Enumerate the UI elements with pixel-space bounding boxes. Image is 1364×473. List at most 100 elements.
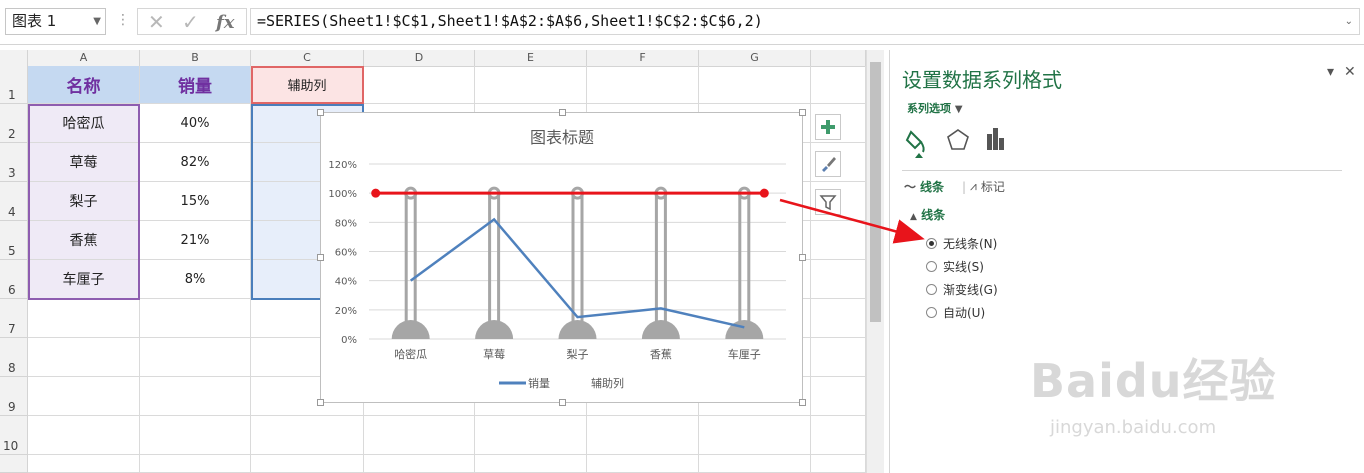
cell-a1[interactable]: 名称 — [28, 66, 140, 104]
grid-cell[interactable] — [28, 416, 140, 455]
chart-elements-button[interactable] — [815, 114, 841, 140]
fill-line-icon[interactable] — [905, 130, 925, 158]
grid-cell[interactable] — [811, 377, 866, 416]
grid-cell[interactable] — [251, 416, 364, 455]
grid-cell[interactable] — [811, 455, 866, 473]
cell-a3[interactable]: 草莓 — [28, 143, 140, 182]
column-header-c[interactable]: C — [251, 50, 364, 67]
effects-pentagon-icon[interactable] — [947, 129, 969, 150]
sales-series[interactable] — [409, 217, 745, 329]
resize-handle[interactable] — [799, 109, 806, 116]
name-box[interactable]: 图表 1 ▼ — [5, 8, 106, 35]
cancel-icon[interactable]: ✕ — [148, 9, 165, 36]
grid-cell[interactable] — [140, 455, 251, 473]
column-header-b[interactable]: B — [140, 50, 251, 67]
grid-cell[interactable] — [140, 416, 251, 455]
line-section-header[interactable]: ▲ 线条 — [910, 206, 945, 223]
resize-handle[interactable] — [317, 399, 324, 406]
resize-handle[interactable] — [799, 399, 806, 406]
tab-line[interactable]: 〜 线条 — [904, 178, 944, 195]
cell-a2[interactable]: 哈密瓜 — [28, 104, 140, 143]
chart-area[interactable]: 图表标题 0% 20% 40% 60% 80% 100% 120% 哈密瓜 草莓 梨子 香蕉 车厘子… — [317, 109, 806, 406]
grid-cell[interactable] — [140, 299, 251, 338]
row-header-10[interactable]: 10 — [0, 416, 28, 455]
grid-cell[interactable] — [699, 455, 811, 473]
select-all-corner[interactable] — [0, 50, 28, 67]
resize-handle[interactable] — [317, 254, 324, 261]
cell-b3[interactable]: 82% — [140, 143, 251, 182]
row-header-9[interactable]: 9 — [0, 377, 28, 416]
grid-cell[interactable] — [811, 416, 866, 455]
row-header-5[interactable]: 5 — [0, 221, 28, 260]
cell-b6[interactable]: 8% — [140, 260, 251, 299]
resize-handle[interactable] — [317, 109, 324, 116]
chart-styles-button[interactable] — [815, 151, 841, 177]
row-header-6[interactable]: 6 — [0, 260, 28, 299]
legend[interactable]: 销量 辅助列 — [499, 376, 624, 390]
resize-handle[interactable] — [799, 254, 806, 261]
tab-marker[interactable]: | ⩘ 标记 — [962, 178, 1005, 195]
column-header-g[interactable]: G — [699, 50, 811, 67]
column-header-e[interactable]: E — [475, 50, 587, 67]
radio-automatic[interactable]: 自动(U) — [926, 304, 985, 321]
grid-cell[interactable] — [699, 416, 811, 455]
column-header-d[interactable]: D — [364, 50, 475, 67]
column-header-h[interactable] — [811, 50, 866, 67]
cell-a6[interactable]: 车厘子 — [28, 260, 140, 299]
grid-cell[interactable] — [28, 338, 140, 377]
grid-cell[interactable] — [587, 66, 699, 104]
cell-a4[interactable]: 梨子 — [28, 182, 140, 221]
cell-b5[interactable]: 21% — [140, 221, 251, 260]
cell-b2[interactable]: 40% — [140, 104, 251, 143]
resize-handle[interactable] — [559, 399, 566, 406]
grid-cell[interactable] — [811, 66, 866, 104]
chevron-down-icon[interactable]: ▼ — [93, 9, 101, 34]
vertical-scrollbar[interactable] — [866, 50, 884, 473]
radio-gradient-line[interactable]: 渐变线(G) — [926, 281, 998, 298]
chevron-down-icon[interactable]: ⌄ — [1345, 9, 1353, 34]
grid-cell[interactable] — [251, 455, 364, 473]
row-header-7[interactable]: 7 — [0, 299, 28, 338]
series-options-bars-icon[interactable] — [987, 128, 1004, 150]
grid-cell[interactable] — [28, 455, 140, 473]
grid-cell[interactable] — [28, 299, 140, 338]
close-icon[interactable]: ✕ — [1344, 64, 1356, 80]
series-options-dropdown[interactable]: 系列选项 ▼ — [907, 100, 963, 116]
radio-solid-line[interactable]: 实线(S) — [926, 258, 984, 275]
grid-cell[interactable] — [475, 416, 587, 455]
grid-cell[interactable] — [364, 455, 475, 473]
cell-b4[interactable]: 15% — [140, 182, 251, 221]
scrollbar-thumb[interactable] — [870, 62, 881, 322]
insert-function-icon[interactable]: fx — [216, 9, 234, 36]
cell-b1[interactable]: 销量 — [140, 66, 251, 104]
grid-cell[interactable] — [811, 338, 866, 377]
helper-series[interactable] — [371, 186, 769, 339]
grid-cell[interactable] — [475, 66, 587, 104]
chart-filters-button[interactable] — [815, 189, 841, 215]
chart-title[interactable]: 图表标题 — [530, 128, 594, 147]
row-header-3[interactable]: 3 — [0, 143, 28, 182]
grid-cell[interactable] — [364, 66, 475, 104]
grid-cell[interactable] — [140, 377, 251, 416]
grid-cell[interactable] — [699, 66, 811, 104]
grid-cell[interactable] — [364, 416, 475, 455]
row-header-2[interactable]: 2 — [0, 104, 28, 143]
column-header-f[interactable]: F — [587, 50, 699, 67]
pane-options-icon[interactable]: ▾ — [1327, 64, 1334, 80]
row-header-11[interactable] — [0, 455, 28, 473]
row-header-8[interactable]: 8 — [0, 338, 28, 377]
grid-cell[interactable] — [587, 455, 699, 473]
resize-handle[interactable] — [559, 109, 566, 116]
grid-cell[interactable] — [587, 416, 699, 455]
grid-cell[interactable] — [811, 299, 866, 338]
radio-no-line[interactable]: 无线条(N) — [926, 235, 997, 252]
grid-cell[interactable] — [140, 338, 251, 377]
grid-cell[interactable] — [28, 377, 140, 416]
formula-input[interactable]: =SERIES(Sheet1!$C$1,Sheet1!$A$2:$A$6,She… — [250, 8, 1360, 35]
grid-cell[interactable] — [475, 455, 587, 473]
column-header-a[interactable]: A — [28, 50, 140, 67]
cell-a5[interactable]: 香蕉 — [28, 221, 140, 260]
row-header-1[interactable]: 1 — [0, 66, 28, 104]
enter-icon[interactable]: ✓ — [182, 9, 199, 36]
grid-cell[interactable] — [811, 221, 866, 260]
